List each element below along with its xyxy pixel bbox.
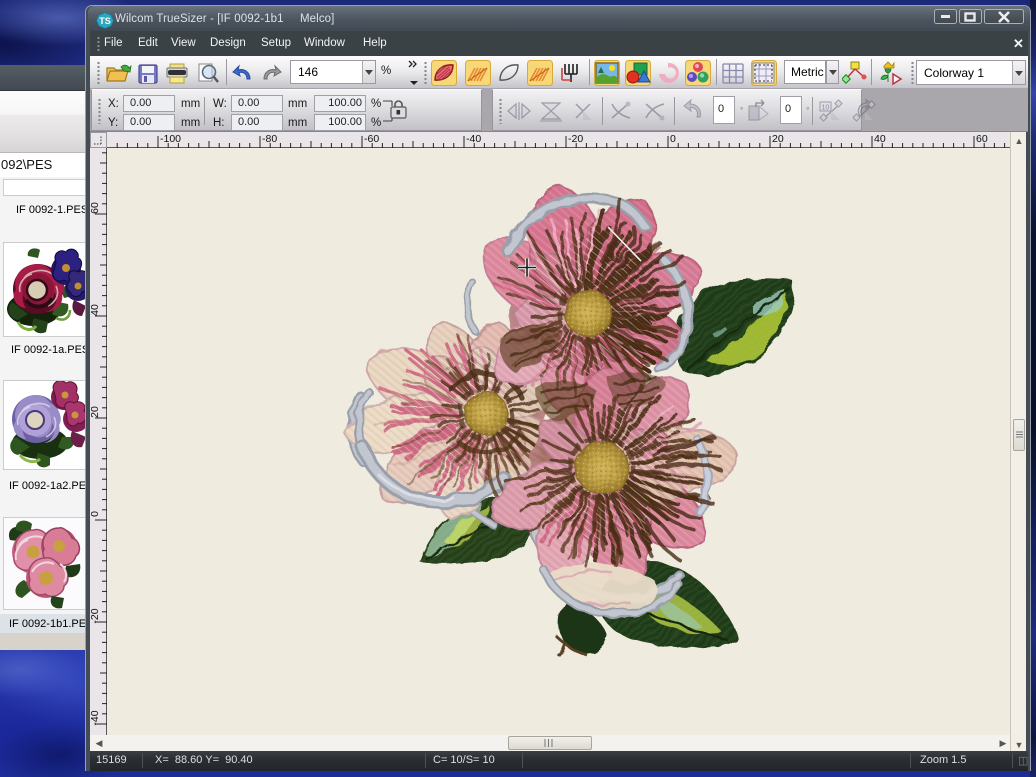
svg-text:-20: -20 [90, 608, 101, 623]
svg-text:40: 40 [874, 133, 886, 145]
svg-text:20: 20 [90, 406, 101, 418]
svg-text:-40: -40 [90, 710, 101, 725]
svg-text:40: 40 [90, 304, 101, 316]
svg-text:-60: -60 [364, 133, 379, 145]
svg-text:TS: TS [99, 16, 111, 26]
svg-text:60: 60 [976, 133, 988, 145]
svg-text:10: 10 [822, 105, 830, 112]
svg-text:-40: -40 [466, 133, 481, 145]
svg-text:-80: -80 [262, 133, 277, 145]
svg-text:20: 20 [772, 133, 784, 145]
svg-text:-20: -20 [568, 133, 583, 145]
svg-text:60: 60 [90, 202, 101, 214]
svg-text:0: 0 [670, 133, 676, 145]
svg-text:0: 0 [90, 511, 101, 517]
